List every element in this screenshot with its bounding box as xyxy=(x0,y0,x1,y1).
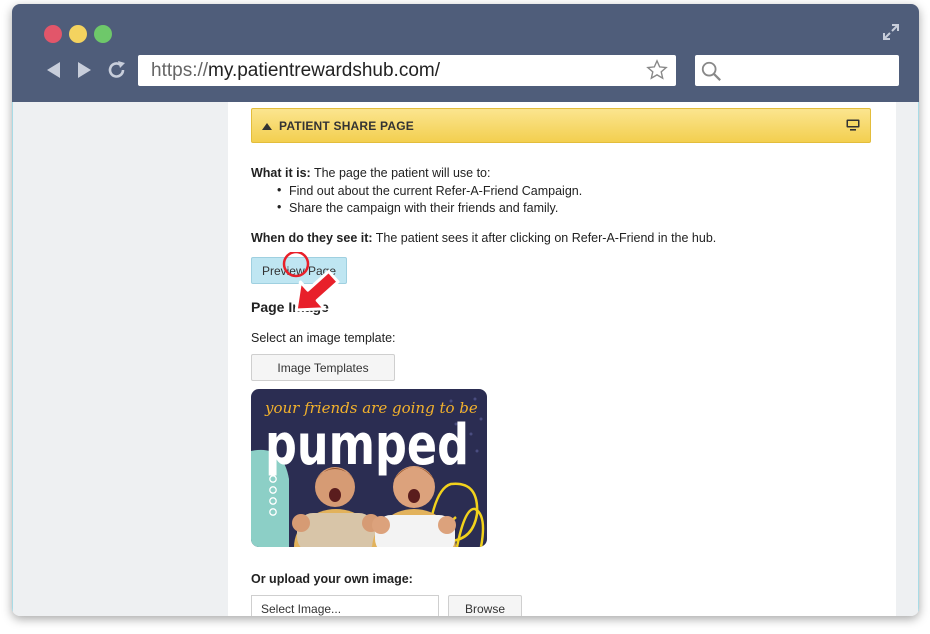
what-it-is-label: What it is: xyxy=(251,166,311,180)
what-it-is-text: What it is: The page the patient will us… xyxy=(251,166,490,180)
when-do-they-see-it-text: When do they see it: The patient sees it… xyxy=(251,231,716,245)
upload-label: Or upload your own image: xyxy=(251,572,413,586)
search-icon xyxy=(701,61,721,81)
minimize-window-button[interactable] xyxy=(69,25,87,43)
section-title: PATIENT SHARE PAGE xyxy=(279,119,414,133)
url-protocol: https:// xyxy=(151,60,209,81)
campaign-image-art: your friends are going to be pumped xyxy=(251,389,487,547)
select-template-label: Select an image template: xyxy=(251,331,396,345)
address-bar[interactable]: https://my.patientrewardshub.com/ xyxy=(138,55,676,86)
select-image-input[interactable]: Select Image... xyxy=(251,595,439,616)
patient-share-page-header[interactable]: PATIENT SHARE PAGE xyxy=(251,108,871,143)
campaign-image: your friends are going to be pumped xyxy=(251,389,487,547)
bullet-item: Share the campaign with their friends an… xyxy=(277,200,558,215)
when-label: When do they see it: xyxy=(251,231,373,245)
browse-button[interactable]: Browse xyxy=(448,595,522,616)
back-arrow-icon[interactable] xyxy=(44,60,64,80)
url-text: https://my.patientrewardshub.com/ xyxy=(151,60,440,82)
expand-icon[interactable] xyxy=(883,24,899,40)
reload-icon[interactable] xyxy=(107,60,127,80)
close-window-button[interactable] xyxy=(44,25,62,43)
page-viewport: PATIENT SHARE PAGE What it is: The page … xyxy=(12,102,919,616)
image-headline: pumped xyxy=(265,413,469,478)
monitor-icon[interactable] xyxy=(846,119,860,131)
pointer-arrow-icon xyxy=(282,252,340,312)
caret-up-icon xyxy=(262,123,272,130)
url-host: my.patientrewardshub.com/ xyxy=(208,60,441,81)
bookmark-star-icon[interactable] xyxy=(646,59,668,81)
image-templates-button[interactable]: Image Templates xyxy=(251,354,395,381)
browser-window: https://my.patientrewardshub.com/ PATIEN… xyxy=(12,4,919,616)
forward-arrow-icon[interactable] xyxy=(74,60,94,80)
browser-titlebar: https://my.patientrewardshub.com/ xyxy=(12,4,919,102)
main-content: PATIENT SHARE PAGE What it is: The page … xyxy=(228,102,896,616)
bullet-item: Find out about the current Refer-A-Frien… xyxy=(277,183,582,198)
maximize-window-button[interactable] xyxy=(94,25,112,43)
when-body: The patient sees it after clicking on Re… xyxy=(372,231,717,245)
what-it-is-body: The page the patient will use to: xyxy=(310,166,491,180)
browser-search-bar[interactable] xyxy=(695,55,899,86)
